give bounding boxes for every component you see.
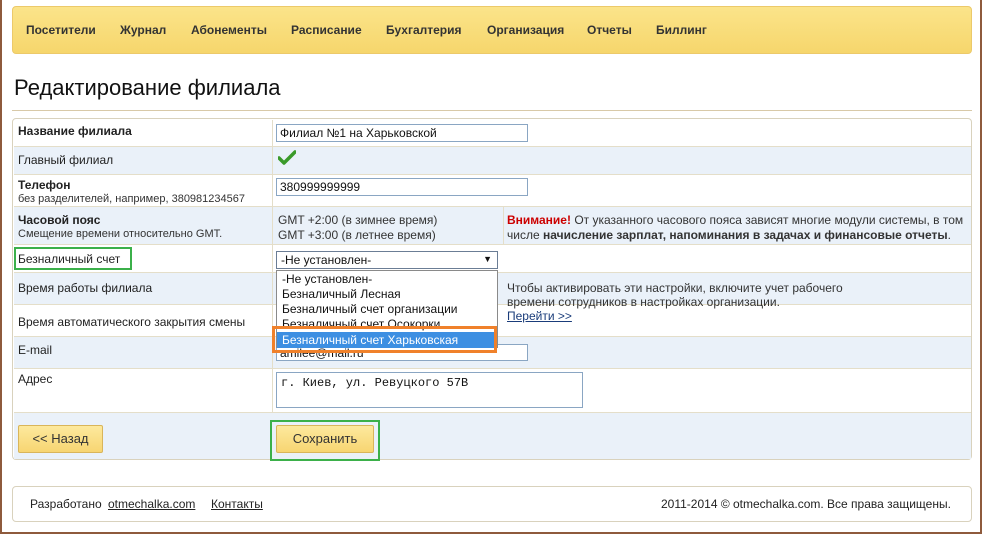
footer-contacts-link[interactable]: Контакты bbox=[211, 497, 263, 511]
cashless-label-highlight bbox=[14, 247, 132, 270]
timezone-label: Часовой пояс bbox=[18, 213, 101, 227]
cashless-option[interactable]: -Не установлен- bbox=[282, 272, 372, 286]
work-time-note-2: времени сотрудников в настройках организ… bbox=[507, 295, 780, 309]
footer: Разработано otmechalka.com Контакты 2011… bbox=[12, 486, 972, 522]
nav-item-subscriptions[interactable]: Абонементы bbox=[191, 23, 267, 37]
warning-end: . bbox=[947, 228, 951, 242]
timezone-hint: Смещение времени относительно GMT. bbox=[18, 228, 223, 240]
timezone-warning-divider bbox=[503, 206, 504, 244]
auto-close-label: Время автоматического закрытия смены bbox=[18, 315, 246, 329]
nav-item-schedule[interactable]: Расписание bbox=[291, 23, 362, 37]
check-icon bbox=[278, 150, 296, 165]
warning-text-1: От указанного часового пояса зависят мно… bbox=[574, 213, 964, 227]
cashless-selected-value: -Не установлен- bbox=[281, 253, 372, 267]
column-divider bbox=[272, 120, 273, 412]
work-time-note-1: Чтобы активировать эти настройки, включи… bbox=[507, 281, 843, 295]
top-navigation: Посетители Журнал Абонементы Расписание … bbox=[12, 6, 972, 54]
footer-copyright: 2011-2014 © otmechalka.com. Все права за… bbox=[661, 497, 951, 511]
form-row-actions bbox=[14, 413, 971, 459]
cashless-select[interactable]: -Не установлен- ▼ bbox=[276, 251, 498, 269]
cashless-option[interactable]: Безналичный счет организации bbox=[282, 302, 457, 316]
title-divider bbox=[12, 110, 972, 111]
footer-dev-link[interactable]: otmechalka.com bbox=[108, 497, 195, 511]
work-time-label: Время работы филиала bbox=[18, 281, 153, 295]
nav-item-billing[interactable]: Биллинг bbox=[656, 23, 707, 37]
timezone-summer: GMT +3:00 (в летнее время) bbox=[278, 228, 436, 242]
address-textarea[interactable]: г. Киев, ул. Ревуцкого 57В bbox=[276, 372, 583, 408]
branch-name-label: Название филиала bbox=[18, 124, 132, 138]
nav-item-reports[interactable]: Отчеты bbox=[587, 23, 632, 37]
back-button[interactable]: << Назад bbox=[18, 425, 103, 453]
phone-input[interactable] bbox=[276, 178, 528, 196]
timezone-warning: Внимание! От указанного часового пояса з… bbox=[507, 213, 963, 243]
timezone-winter: GMT +2:00 (в зимнее время) bbox=[278, 213, 438, 227]
phone-hint: без разделителей, например, 380981234567 bbox=[18, 193, 245, 205]
warning-bold-text: начисление зарплат, напоминания в задача… bbox=[542, 228, 948, 242]
cashless-option[interactable]: Безналичный Лесная bbox=[282, 287, 401, 301]
go-to-settings-link[interactable]: Перейти >> bbox=[507, 309, 572, 323]
option-highlight bbox=[272, 326, 497, 353]
nav-item-journal[interactable]: Журнал bbox=[120, 23, 166, 37]
warning-text-2: числе bbox=[507, 228, 540, 242]
page-title: Редактирование филиала bbox=[14, 75, 281, 100]
dropdown-arrow-icon: ▼ bbox=[483, 254, 492, 264]
main-branch-label: Главный филиал bbox=[18, 153, 114, 167]
form-row-main-branch bbox=[14, 147, 971, 175]
nav-item-accounting[interactable]: Бухгалтерия bbox=[386, 23, 462, 37]
email-label: E-mail bbox=[18, 343, 53, 357]
footer-developed-text: Разработано bbox=[30, 497, 102, 511]
phone-label: Телефон bbox=[18, 178, 71, 192]
branch-name-input[interactable] bbox=[276, 124, 528, 142]
warning-title: Внимание! bbox=[507, 213, 571, 227]
address-label: Адрес bbox=[18, 372, 53, 386]
save-button[interactable]: Сохранить bbox=[276, 425, 374, 453]
nav-item-organization[interactable]: Организация bbox=[487, 23, 564, 37]
nav-item-visitors[interactable]: Посетители bbox=[26, 23, 96, 37]
